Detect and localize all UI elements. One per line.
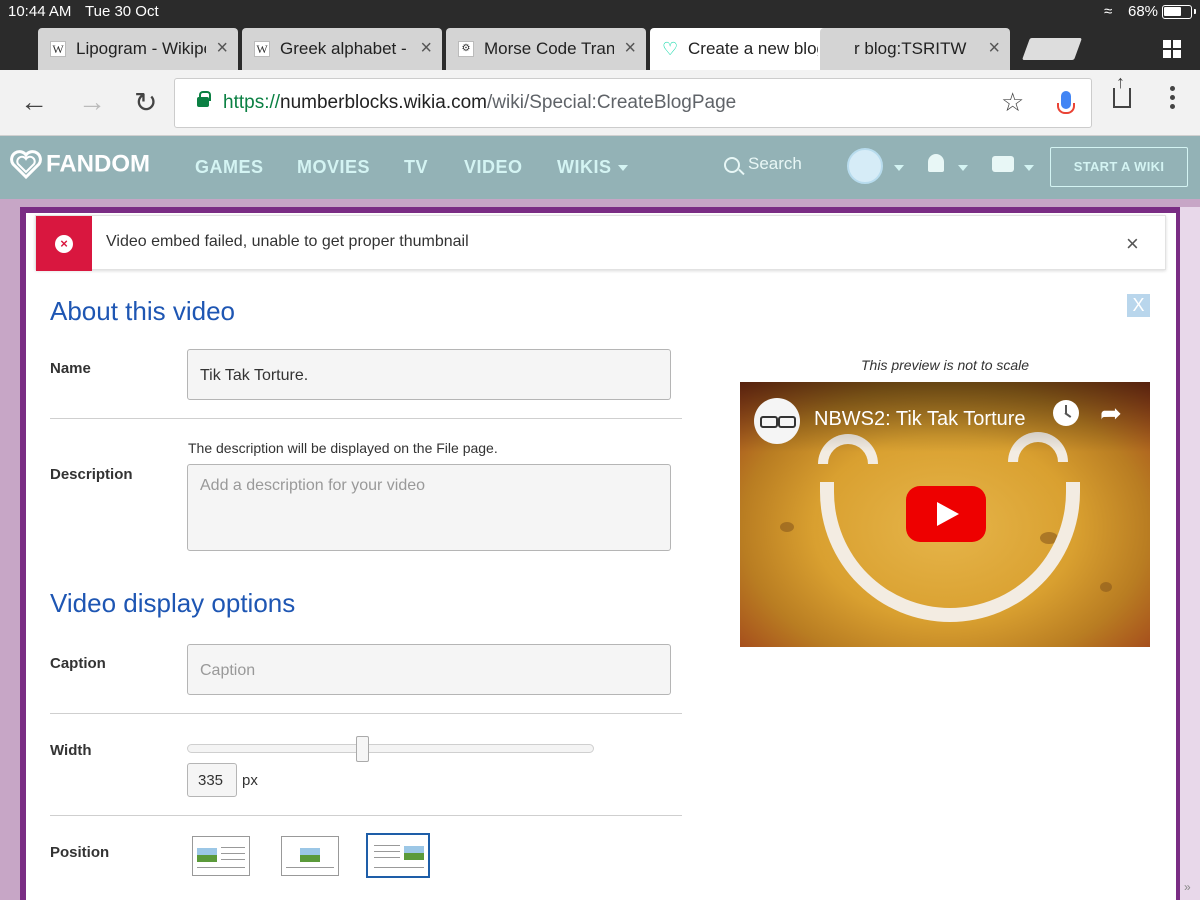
notifications-bell-icon[interactable] — [928, 154, 944, 172]
preview-note: This preview is not to scale — [861, 357, 1030, 373]
play-button-icon[interactable] — [906, 486, 986, 542]
wifi-icon: ≈ — [1104, 3, 1113, 20]
error-message: Video embed failed, unable to get proper… — [106, 233, 469, 250]
bookmark-star-icon[interactable]: ☆ — [1001, 87, 1024, 118]
image-icon — [300, 848, 320, 862]
chevron-down-icon[interactable] — [1024, 165, 1034, 171]
description-hint: The description will be displayed on the… — [188, 440, 498, 456]
caption-label: Caption — [50, 655, 106, 672]
battery-percent: 68% — [1128, 3, 1159, 20]
description-label: Description — [50, 466, 133, 483]
display-section-title: Video display options — [50, 588, 296, 618]
position-center-option[interactable] — [281, 836, 339, 876]
chevron-down-icon[interactable] — [958, 165, 968, 171]
watch-later-icon[interactable] — [1053, 400, 1079, 426]
width-unit: px — [242, 772, 258, 789]
status-date: Tue 30 Oct — [85, 3, 159, 20]
tab-label: Lipogram - Wikipe — [76, 39, 206, 58]
tab-grid-icon[interactable] — [1163, 40, 1181, 58]
more-menu-icon[interactable] — [1170, 86, 1176, 113]
nav-movies[interactable]: MOVIES — [297, 157, 370, 178]
tab-label: Morse Code Tran — [484, 39, 614, 58]
scrollbar[interactable]: » — [1180, 207, 1200, 900]
tab-close-icon[interactable]: × — [624, 37, 636, 60]
image-icon — [404, 846, 424, 860]
wikipedia-favicon-icon: W — [254, 41, 270, 57]
divider — [50, 418, 682, 419]
channel-avatar[interactable] — [754, 398, 800, 444]
tab-lipogram[interactable]: W Lipogram - Wikipe × — [38, 28, 238, 70]
share-arrow-icon[interactable]: ➦ — [1100, 398, 1122, 429]
morse-icon: ⚙ — [458, 41, 474, 57]
nav-video[interactable]: VIDEO — [464, 157, 523, 178]
width-label: Width — [50, 742, 92, 759]
tab-label: Greek alphabet - — [280, 39, 407, 58]
new-tab-button[interactable] — [1021, 38, 1083, 60]
status-bar: 10:44 AM Tue 30 Oct ≈ 68% — [0, 0, 1200, 24]
chevron-down-icon — [617, 165, 628, 172]
nav-wikis[interactable]: WIKIS — [557, 157, 628, 178]
tab-strip: W Lipogram - Wikipe × W Greek alphabet -… — [0, 24, 1200, 70]
about-section-title: About this video — [50, 296, 236, 326]
width-slider-handle[interactable] — [356, 736, 370, 762]
browser-toolbar: ← → ↻ https://numberblocks.wikia.com/wik… — [0, 70, 1200, 136]
battery-icon — [1162, 5, 1196, 19]
search-icon — [724, 156, 740, 173]
video-preview[interactable]: NBWS2: Tik Tak Torture ➦ — [740, 382, 1150, 647]
forward-arrow-icon[interactable]: → — [78, 86, 106, 118]
url-text[interactable]: https://numberblocks.wikia.com/wiki/Spec… — [223, 92, 736, 114]
tab-user-blog[interactable]: r blog:TSRITW × — [820, 28, 1010, 70]
position-right-option[interactable] — [366, 833, 430, 878]
close-modal-button[interactable]: X — [1127, 294, 1150, 317]
start-a-wiki-button[interactable]: START A WIKI — [1050, 147, 1188, 187]
caption-input[interactable]: Caption — [187, 644, 671, 695]
microphone-icon[interactable] — [1057, 91, 1075, 114]
error-icon: × — [55, 235, 73, 253]
tab-morse-code[interactable]: ⚙ Morse Code Tran × — [446, 28, 646, 70]
avatar[interactable] — [847, 148, 883, 184]
reload-icon[interactable]: ↻ — [134, 86, 157, 119]
error-banner: × Video embed failed, unable to get prop… — [35, 215, 1166, 271]
video-title[interactable]: NBWS2: Tik Tak Torture — [814, 408, 1026, 431]
position-label: Position — [50, 844, 110, 861]
address-bar[interactable]: https://numberblocks.wikia.com/wiki/Spec… — [174, 78, 1092, 128]
fandom-logo[interactable]: FANDOM — [10, 150, 150, 180]
position-left-option[interactable] — [192, 836, 250, 876]
tab-close-icon[interactable]: × — [216, 37, 228, 60]
tab-label: r blog:TSRITW — [854, 39, 967, 58]
messages-icon[interactable] — [992, 156, 1014, 172]
share-icon[interactable] — [1113, 72, 1131, 108]
width-input[interactable]: 335 — [187, 763, 237, 797]
tab-close-icon[interactable]: × — [420, 37, 432, 60]
name-label: Name — [50, 360, 91, 377]
chevron-down-icon[interactable] — [894, 165, 904, 171]
nav-tv[interactable]: TV — [404, 157, 428, 178]
divider — [50, 815, 682, 816]
fandom-global-nav: FANDOM GAMES MOVIES TV VIDEO WIKIS Searc… — [0, 136, 1200, 199]
lock-icon — [197, 91, 211, 107]
name-input[interactable]: Tik Tak Torture. — [187, 349, 671, 400]
tab-greek-alphabet[interactable]: W Greek alphabet - × — [242, 28, 442, 70]
fandom-heart-icon: ♡ — [662, 39, 679, 59]
image-icon — [197, 848, 217, 862]
width-slider-track[interactable] — [187, 744, 594, 753]
description-textarea[interactable]: Add a description for your video — [187, 464, 671, 551]
tab-label: Create a new blog — [688, 39, 818, 58]
divider — [50, 713, 682, 714]
wikipedia-favicon-icon: W — [50, 41, 66, 57]
status-time: 10:44 AM — [8, 3, 72, 20]
back-arrow-icon[interactable]: ← — [20, 86, 48, 118]
close-banner-icon[interactable]: × — [1126, 231, 1139, 257]
nav-games[interactable]: GAMES — [195, 157, 264, 178]
tab-close-icon[interactable]: × — [988, 37, 1000, 60]
fandom-heart-icon — [10, 150, 42, 180]
fandom-search[interactable]: Search — [724, 154, 802, 174]
